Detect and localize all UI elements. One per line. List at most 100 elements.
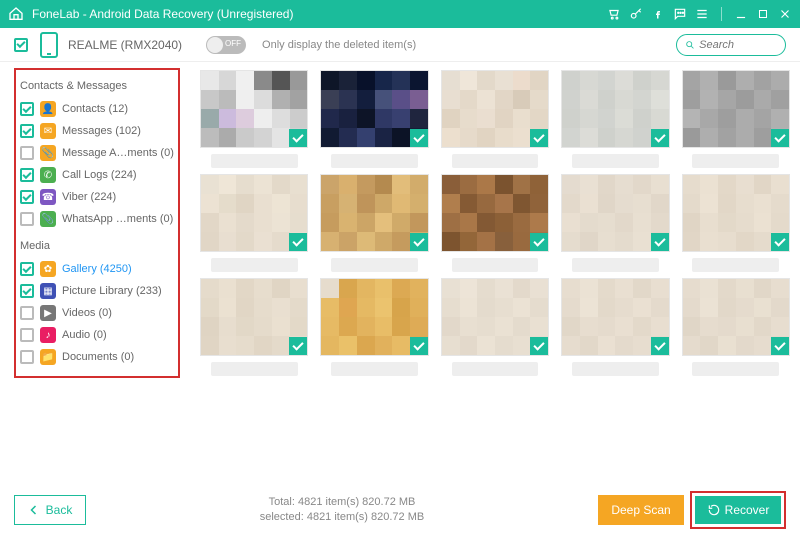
selected-mark-icon [651,337,669,355]
selected-mark-icon [410,129,428,147]
item-checkbox[interactable] [20,328,34,342]
item-label: Audio (0) [62,329,107,341]
deep-scan-button[interactable]: Deep Scan [598,495,684,525]
item-checkbox[interactable] [20,212,34,226]
back-label: Back [46,503,73,517]
sidebar-item[interactable]: ✆Call Logs (224) [20,164,174,186]
category-icon: ☎ [40,189,56,205]
search-icon [685,39,695,51]
category-icon: ▦ [40,283,56,299]
item-checkbox[interactable] [20,124,34,138]
thumbnail-caption [452,362,539,376]
stats: Total: 4821 item(s) 820.72 MB selected: … [86,495,598,526]
item-checkbox[interactable] [20,262,34,276]
device-checkbox[interactable] [14,38,28,52]
toolbar: REALME (RMX2040) OFF Only display the de… [0,28,800,62]
thumbnail[interactable] [441,174,549,272]
category-icon: 📎 [40,211,56,227]
home-icon [8,6,24,22]
item-checkbox[interactable] [20,350,34,364]
item-label: Contacts (12) [62,103,128,115]
thumbnail[interactable] [561,174,669,272]
search-input[interactable] [699,39,777,51]
maximize-icon[interactable] [756,7,770,21]
thumbnail-caption [572,362,659,376]
selected-mark-icon [410,337,428,355]
selected-mark-icon [771,233,789,251]
phone-icon [40,32,58,58]
cart-icon[interactable] [607,7,621,21]
item-checkbox[interactable] [20,190,34,204]
back-button[interactable]: Back [14,495,86,525]
titlebar: FoneLab - Android Data Recovery (Unregis… [0,0,800,28]
category-icon: 👤 [40,101,56,117]
thumbnail[interactable] [682,278,790,376]
thumbnail[interactable] [320,278,428,376]
thumbnail[interactable] [200,70,308,168]
sidebar-item[interactable]: 📁Documents (0) [20,346,174,368]
thumbnail[interactable] [320,70,428,168]
thumbnail[interactable] [441,278,549,376]
thumbnail[interactable] [561,278,669,376]
key-icon[interactable] [629,7,643,21]
selected-mark-icon [530,233,548,251]
only-deleted-label: Only display the deleted item(s) [262,39,416,51]
selected-mark-icon [289,337,307,355]
sidebar-item[interactable]: ☎Viber (224) [20,186,174,208]
sidebar-item[interactable]: ♪Audio (0) [20,324,174,346]
thumbnail-caption [692,258,779,272]
thumbnail[interactable] [682,70,790,168]
item-checkbox[interactable] [20,306,34,320]
device-name: REALME (RMX2040) [68,38,182,52]
thumbnail-caption [452,154,539,168]
item-checkbox[interactable] [20,102,34,116]
item-label: Gallery (4250) [62,263,132,275]
toggle-label: OFF [225,39,241,48]
category-icon: ✆ [40,167,56,183]
app-title: FoneLab - Android Data Recovery (Unregis… [32,7,293,21]
thumbnail[interactable] [200,278,308,376]
item-checkbox[interactable] [20,284,34,298]
thumbnail[interactable] [320,174,428,272]
thumbnail-caption [331,362,418,376]
category-icon: ▶ [40,305,56,321]
thumbnail-caption [331,258,418,272]
feedback-icon[interactable] [673,7,687,21]
item-checkbox[interactable] [20,168,34,182]
thumbnail[interactable] [441,70,549,168]
thumbnail[interactable] [561,70,669,168]
category-icon: ✉ [40,123,56,139]
category-icon: ✿ [40,261,56,277]
selected-mark-icon [771,337,789,355]
sidebar-item[interactable]: 📎Message A…ments (0) [20,142,174,164]
minimize-icon[interactable] [734,7,748,21]
selected-mark-icon [651,233,669,251]
thumbnail[interactable] [682,174,790,272]
category-icon: 📎 [40,145,56,161]
item-checkbox[interactable] [20,146,34,160]
thumbnail-caption [331,154,418,168]
deleted-toggle[interactable]: OFF [206,36,246,54]
sidebar-item[interactable]: 📎WhatsApp …ments (0) [20,208,174,230]
thumbnail-caption [692,154,779,168]
back-arrow-icon [28,504,40,516]
close-icon[interactable] [778,7,792,21]
thumbnail[interactable] [200,174,308,272]
item-label: Documents (0) [62,351,134,363]
sidebar-highlight: Contacts & Messages 👤 Contacts (12) ✉Messa… [14,68,180,378]
sidebar-item[interactable]: ✉Messages (102) [20,120,174,142]
facebook-icon[interactable] [651,7,665,21]
sidebar-item[interactable]: ✿ Gallery (4250) [20,258,174,280]
search-box[interactable] [676,34,786,56]
menu-icon[interactable] [695,7,709,21]
selected-mark-icon [651,129,669,147]
sidebar-item[interactable]: ▦ Picture Library (233) [20,280,174,302]
thumbnail-caption [452,258,539,272]
sidebar: Contacts & Messages 👤 Contacts (12) ✉Messa… [0,62,190,487]
sidebar-item[interactable]: 👤 Contacts (12) [20,98,174,120]
gallery-grid [190,62,800,487]
recover-button[interactable]: Recover [695,496,781,524]
group-contacts: Contacts & Messages [20,80,174,92]
sidebar-item[interactable]: ▶Videos (0) [20,302,174,324]
item-label: Picture Library (233) [62,285,162,297]
